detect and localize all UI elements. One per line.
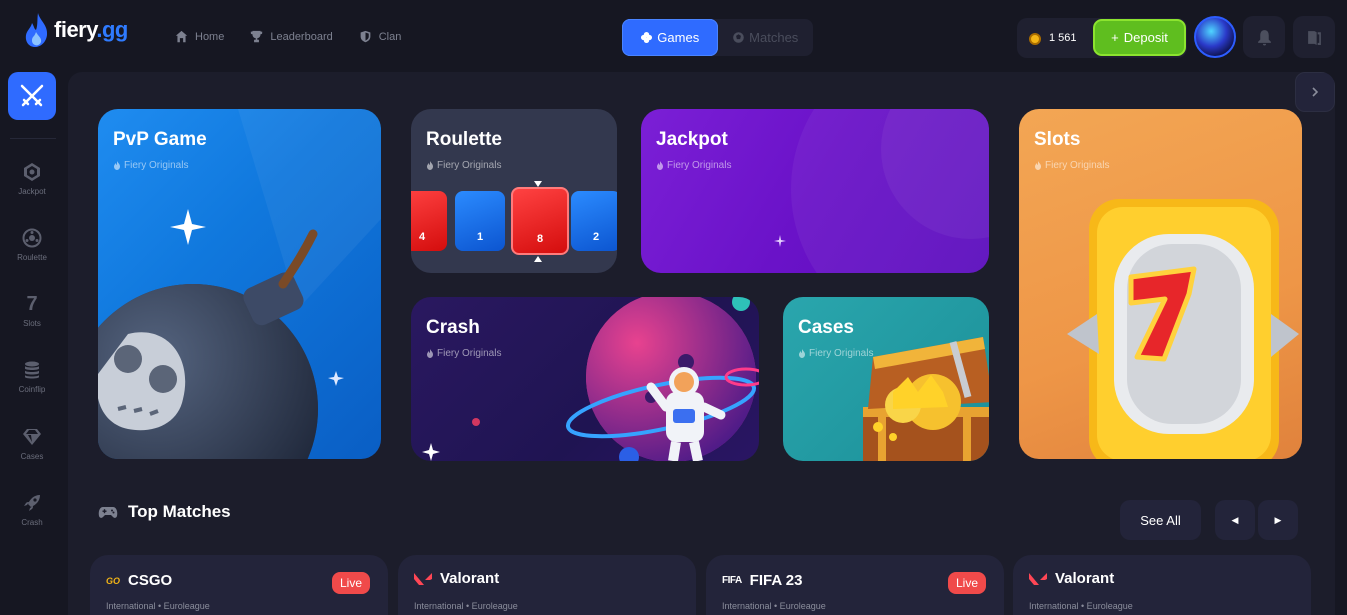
match-card[interactable]: FIFA FIFA 23 International • Euroleague … [706, 555, 1004, 615]
card-subtitle: Fiery Originals [656, 160, 731, 171]
match-game: Valorant [414, 570, 499, 587]
brand-name: fiery.gg [54, 17, 128, 42]
valorant-icon [1029, 572, 1047, 585]
flame-icon [657, 161, 663, 170]
scroll-right-button[interactable] [1295, 72, 1335, 112]
bell-icon [1257, 29, 1271, 45]
card-title: Crash [426, 317, 480, 338]
home-icon [175, 30, 188, 43]
jackpot-icon [24, 163, 40, 181]
crossed-swords-icon [20, 84, 44, 107]
roulette-tile: 2 [571, 191, 617, 251]
live-badge: Live [331, 572, 370, 594]
coin-icon [1029, 33, 1041, 45]
coins-icon [25, 361, 39, 379]
sidebar-item-crash[interactable]: Crash [0, 493, 64, 527]
deposit-button[interactable]: + Deposit [1093, 19, 1186, 56]
match-card[interactable]: GO CSGO International • Euroleague Live [90, 555, 388, 615]
sidebar: Jackpot Roulette 7 Slots Coinflip Cases … [0, 72, 64, 615]
game-card-slots[interactable]: Slots Fiery Originals [1019, 109, 1302, 459]
plus-icon: + [1111, 30, 1119, 45]
game-card-cases[interactable]: Cases Fiery Originals [783, 297, 989, 461]
card-title: Cases [798, 317, 854, 338]
main-panel: PvP Game Fiery Originals Roulette Fiery … [68, 72, 1335, 615]
game-card-crash[interactable]: Crash Fiery Originals [411, 297, 759, 461]
sidebar-item-jackpot[interactable]: Jackpot [0, 162, 64, 196]
caret-left-icon: ◀ [1231, 514, 1239, 525]
sidebar-item-slots[interactable]: 7 Slots [0, 294, 64, 328]
roulette-tile-selected: 8 [511, 187, 569, 255]
card-subtitle: Fiery Originals [798, 348, 873, 359]
ball-icon [733, 32, 744, 43]
sidebar-divider [10, 138, 56, 139]
match-card[interactable]: Valorant International • Euroleague [398, 555, 696, 615]
valorant-icon [414, 572, 432, 585]
flame-icon [427, 161, 433, 170]
roulette-tile: 4 [411, 191, 447, 251]
flame-icon [114, 161, 120, 170]
game-card-jackpot[interactable]: Jackpot Fiery Originals [641, 109, 989, 273]
sidebar-item-cases[interactable]: Cases [0, 427, 64, 461]
top-matches-header: Top Matches [98, 502, 231, 522]
pointer-up-icon [534, 256, 542, 262]
card-subtitle: Fiery Originals [426, 160, 501, 171]
roulette-icon [22, 228, 42, 248]
card-title: Roulette [426, 129, 502, 150]
match-game: GO CSGO [106, 572, 173, 589]
caret-right-icon: ▶ [1274, 514, 1282, 525]
see-all-button[interactable]: See All [1120, 500, 1201, 540]
card-title: PvP Game [113, 129, 207, 150]
balance-value: 1 561 [1049, 32, 1077, 44]
rocket-icon [24, 495, 40, 511]
csgo-icon: GO [106, 575, 121, 586]
sidebar-item-roulette[interactable]: Roulette [0, 228, 64, 262]
sidebar-games-button[interactable] [8, 72, 56, 120]
games-matches-switch: Games Matches [622, 19, 813, 56]
nav-home[interactable]: Home [175, 30, 224, 43]
next-button[interactable]: ▶ [1258, 500, 1298, 540]
top-bar: fiery.gg Home Leaderboard Clan Games Mat… [0, 0, 1347, 72]
card-title: Slots [1034, 129, 1081, 150]
card-title: Jackpot [656, 129, 728, 150]
door-icon [1307, 30, 1321, 45]
avatar[interactable] [1194, 16, 1236, 58]
tab-games[interactable]: Games [622, 19, 718, 56]
main-nav: Home Leaderboard Clan [175, 30, 401, 43]
match-meta: International • Euroleague [106, 601, 210, 611]
match-meta: International • Euroleague [722, 601, 826, 611]
match-card[interactable]: Valorant International • Euroleague [1013, 555, 1311, 615]
nav-leaderboard[interactable]: Leaderboard [250, 30, 333, 43]
shield-icon [360, 30, 371, 43]
card-subtitle: Fiery Originals [426, 348, 501, 359]
game-card-pvp[interactable]: PvP Game Fiery Originals [98, 109, 381, 459]
chevron-right-icon [1312, 87, 1319, 97]
flame-icon [799, 349, 805, 358]
card-subtitle: Fiery Originals [1034, 160, 1109, 171]
seven-icon: 7 [26, 293, 38, 315]
logo[interactable]: fiery.gg [24, 12, 128, 48]
flame-icon [427, 349, 433, 358]
match-meta: International • Euroleague [414, 601, 518, 611]
live-badge: Live [947, 572, 986, 594]
gamepad-icon [98, 507, 118, 518]
clover-icon [641, 31, 653, 44]
notifications-button[interactable] [1243, 16, 1285, 58]
roulette-tile: 1 [455, 191, 505, 251]
match-game: FIFA FIFA 23 [722, 572, 803, 589]
nav-clan[interactable]: Clan [359, 30, 401, 43]
section-title: Top Matches [128, 502, 231, 521]
flame-icon [1035, 161, 1041, 170]
tab-matches[interactable]: Matches [718, 19, 814, 56]
match-meta: International • Euroleague [1029, 601, 1133, 611]
prev-button[interactable]: ◀ [1215, 500, 1255, 540]
diamond-icon [23, 429, 41, 445]
trophy-icon [251, 30, 263, 43]
fifa-icon: FIFA [722, 575, 742, 586]
logout-button[interactable] [1293, 16, 1335, 58]
game-card-roulette[interactable]: Roulette Fiery Originals 4 1 8 2 [411, 109, 617, 273]
card-subtitle: Fiery Originals [113, 160, 188, 171]
flame-logo-icon [25, 13, 48, 47]
match-game: Valorant [1029, 570, 1114, 587]
sidebar-item-coinflip[interactable]: Coinflip [0, 360, 64, 394]
